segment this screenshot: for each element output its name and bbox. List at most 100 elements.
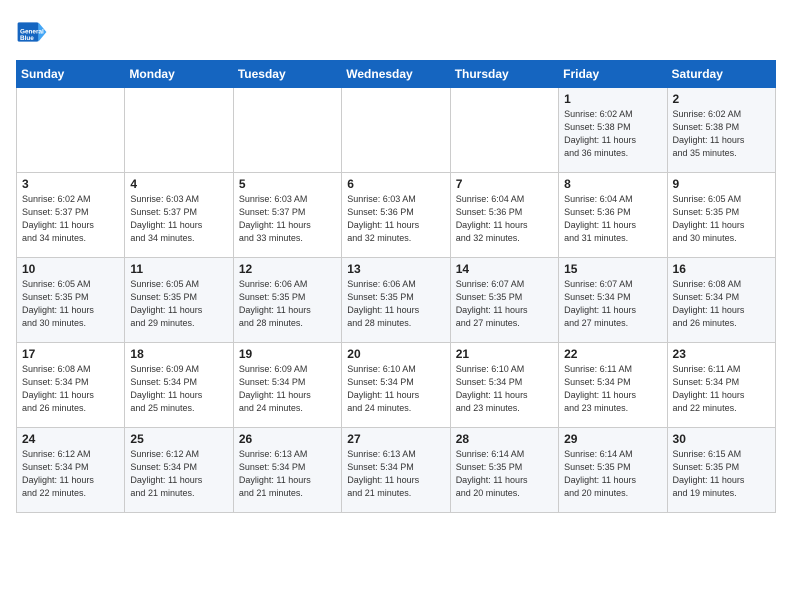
page-header: General Blue — [16, 16, 776, 48]
day-number: 27 — [347, 432, 444, 446]
day-info: Sunrise: 6:03 AM Sunset: 5:37 PM Dayligh… — [239, 193, 336, 245]
calendar-cell: 1 Sunrise: 6:02 AM Sunset: 5:38 PM Daylig… — [559, 88, 667, 173]
day-info: Sunrise: 6:02 AM Sunset: 5:38 PM Dayligh… — [564, 108, 661, 160]
day-number: 3 — [22, 177, 119, 191]
day-number: 12 — [239, 262, 336, 276]
day-number: 17 — [22, 347, 119, 361]
weekday-header-monday: Monday — [125, 61, 233, 88]
day-info: Sunrise: 6:07 AM Sunset: 5:35 PM Dayligh… — [456, 278, 553, 330]
calendar-cell: 13Sunrise: 6:06 AM Sunset: 5:35 PM Dayli… — [342, 258, 450, 343]
calendar-cell: 14 Sunrise: 6:07 AM Sunset: 5:35 PM Dayli… — [450, 258, 558, 343]
calendar-cell: 7 Sunrise: 6:04 AM Sunset: 5:36 PM Daylig… — [450, 173, 558, 258]
day-number: 16 — [673, 262, 770, 276]
calendar-cell: 25Sunrise: 6:12 AM Sunset: 5:34 PM Dayli… — [125, 428, 233, 513]
calendar-week-1: 1 Sunrise: 6:02 AM Sunset: 5:38 PM Daylig… — [17, 88, 776, 173]
weekday-header-saturday: Saturday — [667, 61, 775, 88]
calendar-cell: 27 Sunrise: 6:13 AM Sunset: 5:34 PM Dayli… — [342, 428, 450, 513]
day-info: Sunrise: 6:12 AM Sunset: 5:34 PM Dayligh… — [22, 448, 119, 500]
calendar-table: SundayMondayTuesdayWednesdayThursdayFrid… — [16, 60, 776, 513]
day-number: 10 — [22, 262, 119, 276]
calendar-cell: 3 Sunrise: 6:02 AM Sunset: 5:37 PM Daylig… — [17, 173, 125, 258]
calendar-week-3: 10 Sunrise: 6:05 AM Sunset: 5:35 PM Dayli… — [17, 258, 776, 343]
calendar-cell: 8 Sunrise: 6:04 AM Sunset: 5:36 PM Daylig… — [559, 173, 667, 258]
day-info: Sunrise: 6:05 AM Sunset: 5:35 PM Dayligh… — [22, 278, 119, 330]
weekday-header-wednesday: Wednesday — [342, 61, 450, 88]
calendar-cell: 17 Sunrise: 6:08 AM Sunset: 5:34 PM Dayli… — [17, 343, 125, 428]
calendar-cell — [342, 88, 450, 173]
day-info: Sunrise: 6:04 AM Sunset: 5:36 PM Dayligh… — [456, 193, 553, 245]
day-number: 6 — [347, 177, 444, 191]
day-number: 21 — [456, 347, 553, 361]
day-info: Sunrise: 6:05 AM Sunset: 5:35 PM Dayligh… — [130, 278, 227, 330]
calendar-cell: 30Sunrise: 6:15 AM Sunset: 5:35 PM Dayli… — [667, 428, 775, 513]
day-info: Sunrise: 6:06 AM Sunset: 5:35 PM Dayligh… — [347, 278, 444, 330]
calendar-cell: 28 Sunrise: 6:14 AM Sunset: 5:35 PM Dayli… — [450, 428, 558, 513]
day-number: 30 — [673, 432, 770, 446]
calendar-cell: 22 Sunrise: 6:11 AM Sunset: 5:34 PM Dayli… — [559, 343, 667, 428]
day-number: 7 — [456, 177, 553, 191]
calendar-cell: 4 Sunrise: 6:03 AM Sunset: 5:37 PM Daylig… — [125, 173, 233, 258]
calendar-cell: 6 Sunrise: 6:03 AM Sunset: 5:36 PM Daylig… — [342, 173, 450, 258]
calendar-cell: 9Sunrise: 6:05 AM Sunset: 5:35 PM Daylig… — [667, 173, 775, 258]
day-number: 5 — [239, 177, 336, 191]
day-number: 24 — [22, 432, 119, 446]
weekday-header-thursday: Thursday — [450, 61, 558, 88]
day-number: 23 — [673, 347, 770, 361]
calendar-cell: 2Sunrise: 6:02 AM Sunset: 5:38 PM Daylig… — [667, 88, 775, 173]
day-info: Sunrise: 6:11 AM Sunset: 5:34 PM Dayligh… — [564, 363, 661, 415]
calendar-cell: 15Sunrise: 6:07 AM Sunset: 5:34 PM Dayli… — [559, 258, 667, 343]
weekday-header-tuesday: Tuesday — [233, 61, 341, 88]
calendar-cell: 10 Sunrise: 6:05 AM Sunset: 5:35 PM Dayli… — [17, 258, 125, 343]
day-number: 20 — [347, 347, 444, 361]
day-number: 1 — [564, 92, 661, 106]
day-info: Sunrise: 6:03 AM Sunset: 5:37 PM Dayligh… — [130, 193, 227, 245]
day-info: Sunrise: 6:10 AM Sunset: 5:34 PM Dayligh… — [347, 363, 444, 415]
calendar-cell: 18Sunrise: 6:09 AM Sunset: 5:34 PM Dayli… — [125, 343, 233, 428]
day-number: 2 — [673, 92, 770, 106]
calendar-cell — [17, 88, 125, 173]
calendar-cell — [450, 88, 558, 173]
weekday-header-sunday: Sunday — [17, 61, 125, 88]
day-info: Sunrise: 6:04 AM Sunset: 5:36 PM Dayligh… — [564, 193, 661, 245]
day-number: 8 — [564, 177, 661, 191]
day-number: 28 — [456, 432, 553, 446]
calendar-week-4: 17 Sunrise: 6:08 AM Sunset: 5:34 PM Dayli… — [17, 343, 776, 428]
logo: General Blue — [16, 16, 52, 48]
calendar-cell: 19 Sunrise: 6:09 AM Sunset: 5:34 PM Dayli… — [233, 343, 341, 428]
day-info: Sunrise: 6:09 AM Sunset: 5:34 PM Dayligh… — [239, 363, 336, 415]
calendar-week-5: 24 Sunrise: 6:12 AM Sunset: 5:34 PM Dayli… — [17, 428, 776, 513]
day-info: Sunrise: 6:02 AM Sunset: 5:37 PM Dayligh… — [22, 193, 119, 245]
calendar-cell: 26 Sunrise: 6:13 AM Sunset: 5:34 PM Dayli… — [233, 428, 341, 513]
weekday-header-row: SundayMondayTuesdayWednesdayThursdayFrid… — [17, 61, 776, 88]
calendar-cell: 24 Sunrise: 6:12 AM Sunset: 5:34 PM Dayli… — [17, 428, 125, 513]
calendar-cell: 29Sunrise: 6:14 AM Sunset: 5:35 PM Dayli… — [559, 428, 667, 513]
day-info: Sunrise: 6:08 AM Sunset: 5:34 PM Dayligh… — [673, 278, 770, 330]
calendar-cell — [125, 88, 233, 173]
day-info: Sunrise: 6:03 AM Sunset: 5:36 PM Dayligh… — [347, 193, 444, 245]
day-number: 29 — [564, 432, 661, 446]
day-info: Sunrise: 6:06 AM Sunset: 5:35 PM Dayligh… — [239, 278, 336, 330]
logo-icon: General Blue — [16, 16, 48, 48]
day-number: 26 — [239, 432, 336, 446]
day-number: 4 — [130, 177, 227, 191]
calendar-cell: 21Sunrise: 6:10 AM Sunset: 5:34 PM Dayli… — [450, 343, 558, 428]
day-number: 22 — [564, 347, 661, 361]
day-info: Sunrise: 6:14 AM Sunset: 5:35 PM Dayligh… — [456, 448, 553, 500]
weekday-header-friday: Friday — [559, 61, 667, 88]
calendar-cell: 5 Sunrise: 6:03 AM Sunset: 5:37 PM Daylig… — [233, 173, 341, 258]
day-number: 14 — [456, 262, 553, 276]
day-info: Sunrise: 6:09 AM Sunset: 5:34 PM Dayligh… — [130, 363, 227, 415]
calendar-cell: 12 Sunrise: 6:06 AM Sunset: 5:35 PM Dayli… — [233, 258, 341, 343]
calendar-cell: 11 Sunrise: 6:05 AM Sunset: 5:35 PM Dayli… — [125, 258, 233, 343]
day-info: Sunrise: 6:12 AM Sunset: 5:34 PM Dayligh… — [130, 448, 227, 500]
day-info: Sunrise: 6:13 AM Sunset: 5:34 PM Dayligh… — [347, 448, 444, 500]
calendar-cell: 20 Sunrise: 6:10 AM Sunset: 5:34 PM Dayli… — [342, 343, 450, 428]
day-number: 19 — [239, 347, 336, 361]
calendar-cell: 23 Sunrise: 6:11 AM Sunset: 5:34 PM Dayli… — [667, 343, 775, 428]
day-number: 11 — [130, 262, 227, 276]
svg-text:Blue: Blue — [20, 35, 34, 42]
day-info: Sunrise: 6:13 AM Sunset: 5:34 PM Dayligh… — [239, 448, 336, 500]
day-info: Sunrise: 6:08 AM Sunset: 5:34 PM Dayligh… — [22, 363, 119, 415]
day-info: Sunrise: 6:11 AM Sunset: 5:34 PM Dayligh… — [673, 363, 770, 415]
calendar-cell: 16 Sunrise: 6:08 AM Sunset: 5:34 PM Dayli… — [667, 258, 775, 343]
